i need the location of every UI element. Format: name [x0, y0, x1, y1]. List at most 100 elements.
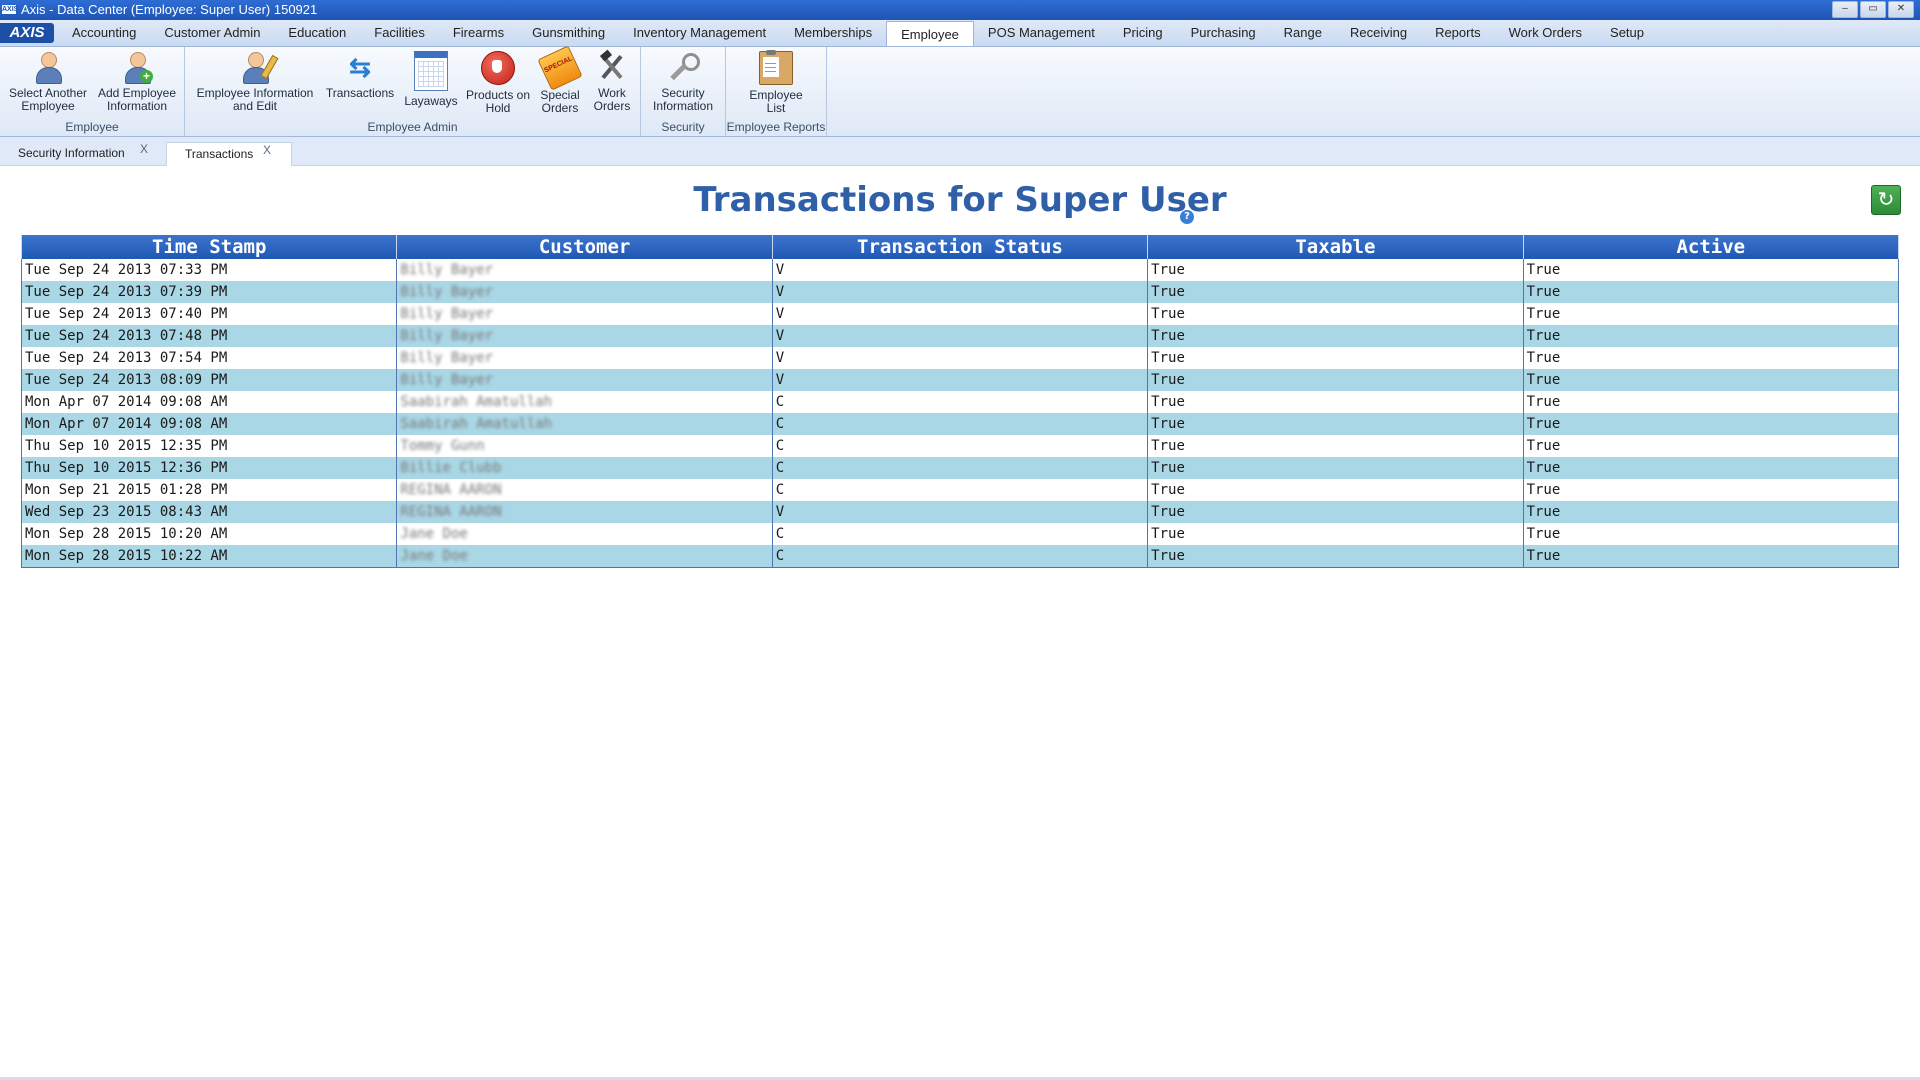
close-tab-icon[interactable]: X — [140, 138, 148, 161]
column-header-time-stamp[interactable]: Time Stamp — [20, 235, 398, 259]
menu-work-orders[interactable]: Work Orders — [1495, 20, 1596, 46]
employee-list-button[interactable]: Employee List — [738, 50, 814, 115]
cell-active: True — [1522, 347, 1900, 369]
stop-hand-icon — [481, 51, 515, 85]
button-label-line2: Employee — [21, 99, 75, 113]
menu-memberships[interactable]: Memberships — [780, 20, 886, 46]
menu-education[interactable]: Education — [274, 20, 360, 46]
table-row[interactable]: Mon Apr 07 2014 09:08 AM Saabirah Amatull… — [20, 391, 1900, 413]
button-label-line2: List — [766, 101, 786, 115]
cell-customer: Billie Clubb — [396, 457, 773, 479]
button-label-line2: Orders — [593, 99, 631, 113]
menu-facilities[interactable]: Facilities — [360, 20, 439, 46]
cell-taxable: True — [1147, 391, 1524, 413]
cell-active: True — [1522, 479, 1900, 501]
cell-active: True — [1522, 369, 1900, 391]
menu-firearms[interactable]: Firearms — [439, 20, 518, 46]
work-orders-button[interactable]: Work Orders — [587, 49, 637, 113]
table-row[interactable]: Tue Sep 24 2013 07:48 PM Billy Bayer V True… — [20, 325, 1900, 347]
cell-transaction-status: V — [771, 347, 1148, 369]
tab-security-information[interactable]: Security Information X — [0, 142, 166, 165]
cell-time-stamp: Thu Sep 10 2015 12:36 PM — [20, 457, 397, 479]
customer-name: Billy Bayer — [400, 328, 494, 344]
table-row[interactable]: Thu Sep 10 2015 12:36 PM Billie Clubb C Tru… — [20, 457, 1900, 479]
customer-name: Saabirah Amatullah — [400, 394, 553, 410]
button-label-line2: Orders — [541, 101, 579, 115]
menu-gunsmithing[interactable]: Gunsmithing — [518, 20, 619, 46]
tools-icon — [596, 49, 628, 83]
column-header-taxable[interactable]: Taxable — [1147, 235, 1524, 259]
axis-logo-button[interactable]: AXIS — [0, 23, 54, 43]
document-tabs: Security Information X Transactions X — [0, 137, 1920, 166]
tab-transactions[interactable]: Transactions X — [166, 142, 292, 166]
cell-customer: Billy Bayer — [396, 347, 773, 369]
tab-label: Transactions — [185, 147, 254, 161]
refresh-button[interactable]: ↻ — [1871, 185, 1901, 215]
minimize-button[interactable]: – — [1832, 1, 1858, 18]
menu-inventory-management[interactable]: Inventory Management — [619, 20, 780, 46]
layaways-button[interactable]: Layaways — [401, 51, 461, 108]
cell-time-stamp: Mon Apr 07 2014 09:08 AM — [20, 413, 397, 435]
cell-time-stamp: Thu Sep 10 2015 12:35 PM — [20, 435, 397, 457]
close-window-button[interactable]: ✕ — [1888, 1, 1914, 18]
table-row[interactable]: Tue Sep 24 2013 07:54 PM Billy Bayer V True… — [20, 347, 1900, 369]
cell-customer: Tommy Gunn — [396, 435, 773, 457]
cell-time-stamp: Mon Sep 28 2015 10:22 AM — [20, 545, 397, 568]
menu-pricing[interactable]: Pricing — [1109, 20, 1177, 46]
table-row[interactable]: Tue Sep 24 2013 07:33 PM Billy Bayer V True… — [20, 259, 1900, 281]
security-information-button[interactable]: Security Information — [645, 51, 721, 113]
cell-transaction-status: V — [771, 281, 1148, 303]
cell-active: True — [1522, 435, 1900, 457]
menu-employee[interactable]: Employee — [886, 21, 974, 46]
cell-taxable: True — [1147, 325, 1524, 347]
menu-customer-admin[interactable]: Customer Admin — [150, 20, 274, 46]
ribbon: Select Another Employee + Add Employee I… — [0, 45, 1920, 137]
close-tab-icon[interactable]: X — [263, 139, 271, 162]
column-header-customer[interactable]: Customer — [396, 235, 773, 259]
button-label-line1: Layaways — [404, 94, 458, 108]
cell-time-stamp: Mon Sep 21 2015 01:28 PM — [20, 479, 397, 501]
menu-pos-management[interactable]: POS Management — [974, 20, 1109, 46]
table-row[interactable]: Wed Sep 23 2015 08:43 AM REGINA AARON V Tru… — [20, 501, 1900, 523]
menu-accounting[interactable]: Accounting — [58, 20, 150, 46]
person-icon — [32, 51, 64, 84]
cell-active: True — [1522, 325, 1900, 347]
table-row[interactable]: Tue Sep 24 2013 07:40 PM Billy Bayer V True… — [20, 303, 1900, 325]
cell-transaction-status: V — [771, 259, 1148, 281]
menu-purchasing[interactable]: Purchasing — [1177, 20, 1270, 46]
cell-taxable: True — [1147, 457, 1524, 479]
customer-name: Jane Doe — [400, 548, 468, 564]
cell-transaction-status: V — [771, 501, 1148, 523]
menu-reports[interactable]: Reports — [1421, 20, 1495, 46]
edit-person-icon — [239, 51, 279, 84]
menu-range[interactable]: Range — [1270, 20, 1336, 46]
transactions-button[interactable]: ⇆ Transactions — [322, 51, 398, 100]
menu-setup[interactable]: Setup — [1596, 20, 1658, 46]
cell-taxable: True — [1147, 259, 1524, 281]
column-header-transaction-status[interactable]: Transaction Status — [771, 235, 1149, 259]
cell-time-stamp: Tue Sep 24 2013 07:39 PM — [20, 281, 397, 303]
table-row[interactable]: Mon Apr 07 2014 09:08 AM Saabirah Amatull… — [20, 413, 1900, 435]
add-employee-information-button[interactable]: + Add Employee Information — [94, 51, 180, 113]
cell-active: True — [1522, 303, 1900, 325]
special-orders-button[interactable]: SPECIAL Special Orders — [535, 45, 585, 115]
table-row[interactable]: Mon Sep 28 2015 10:20 AM Jane Doe C True Tru… — [20, 523, 1900, 545]
employee-information-edit-button[interactable]: Employee Information and Edit — [193, 51, 317, 113]
products-on-hold-button[interactable]: Products on Hold — [463, 51, 533, 115]
help-icon[interactable]: ? — [1180, 210, 1194, 224]
table-row[interactable]: Tue Sep 24 2013 07:39 PM Billy Bayer V True… — [20, 281, 1900, 303]
button-label-line2: Information — [106, 99, 168, 113]
select-another-employee-button[interactable]: Select Another Employee — [6, 51, 90, 113]
table-row[interactable]: Mon Sep 21 2015 01:28 PM REGINA AARON C Tru… — [20, 479, 1900, 501]
clipboard-icon — [759, 50, 793, 85]
menu-receiving[interactable]: Receiving — [1336, 20, 1421, 46]
cell-active: True — [1522, 259, 1900, 281]
maximize-button[interactable]: ▭ — [1860, 1, 1886, 18]
cell-customer: Jane Doe — [396, 545, 773, 568]
column-header-active[interactable]: Active — [1522, 235, 1900, 259]
table-row[interactable]: Tue Sep 24 2013 08:09 PM Billy Bayer V True… — [20, 369, 1900, 391]
table-row[interactable]: Mon Sep 28 2015 10:22 AM Jane Doe C True Tru… — [20, 545, 1900, 568]
table-row[interactable]: Thu Sep 10 2015 12:35 PM Tommy Gunn C True T… — [20, 435, 1900, 457]
transfer-arrows-icon: ⇆ — [349, 52, 371, 82]
cell-time-stamp: Mon Apr 07 2014 09:08 AM — [20, 391, 397, 413]
